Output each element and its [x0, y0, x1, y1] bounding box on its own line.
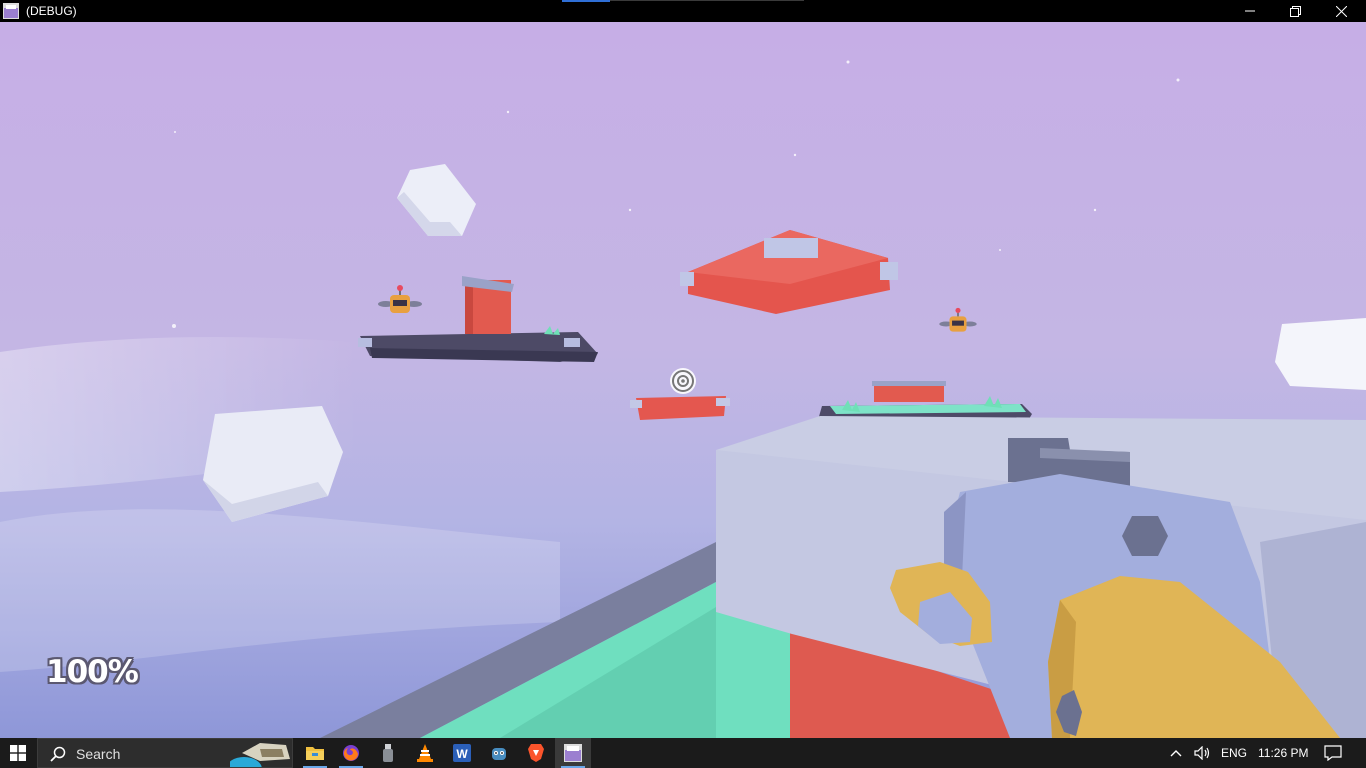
red-pillar-shade [465, 280, 473, 334]
close-icon [1335, 5, 1347, 17]
platform-clip [716, 398, 730, 406]
tray-notifications[interactable] [1324, 738, 1342, 768]
tray-clock[interactable]: 11:26 PM [1258, 738, 1308, 768]
game-viewport[interactable]: 100% [0, 22, 1366, 738]
start-button[interactable] [0, 738, 36, 768]
restore-button[interactable] [1272, 0, 1318, 22]
search-placeholder: Search [76, 746, 121, 762]
title-active-indicator [562, 0, 610, 2]
crosshair [668, 366, 698, 396]
red-block-cap [872, 381, 946, 386]
taskbar-word[interactable]: W [444, 738, 480, 768]
chevron-up-icon [1170, 750, 1182, 757]
windows-logo-icon [10, 745, 26, 761]
floating-cube-right [1275, 318, 1366, 390]
platform-clip [630, 400, 642, 408]
notification-icon [1324, 745, 1342, 761]
platform-clip [564, 338, 580, 347]
taskbar-usb-device[interactable] [370, 738, 406, 768]
godot-icon [492, 748, 506, 760]
close-button[interactable] [1318, 0, 1364, 22]
restore-icon [1289, 5, 1301, 17]
taskbar-file-explorer[interactable] [297, 738, 333, 768]
firefox-icon [343, 745, 359, 761]
search-icon [50, 746, 66, 762]
app-icon [3, 3, 19, 19]
taskbar-firefox[interactable] [333, 738, 369, 768]
vlc-cone-icon [417, 744, 433, 762]
taskbar: Search W ENG 11:26 PM [0, 738, 1366, 768]
minimize-button[interactable] [1227, 0, 1273, 22]
slab-clip [880, 262, 898, 280]
usb-drive-icon [383, 744, 393, 762]
taskbar-godot[interactable] [481, 738, 517, 768]
minimize-icon [1245, 10, 1255, 12]
tray-overflow[interactable] [1170, 738, 1182, 768]
taskbar-brave[interactable] [518, 738, 554, 768]
tray-language[interactable]: ENG [1221, 738, 1247, 768]
speaker-icon [1194, 746, 1210, 760]
word-icon: W [453, 744, 471, 762]
taskbar-search[interactable]: Search [37, 738, 293, 768]
platform-clip [358, 338, 372, 347]
slab-clip [764, 238, 818, 258]
taskbar-game-debug[interactable] [555, 738, 591, 768]
window-title-bar[interactable]: (DEBUG) [0, 0, 1366, 22]
taskbar-vlc[interactable] [407, 738, 443, 768]
target-reticle-icon [670, 368, 696, 394]
slab-clip [680, 272, 694, 286]
tray-volume[interactable] [1194, 738, 1212, 768]
svg-text:W: W [456, 747, 468, 761]
brave-lion-icon [528, 744, 544, 762]
folder-icon [306, 747, 324, 760]
red-block [874, 384, 944, 402]
small-red-platform [636, 396, 726, 420]
game-app-icon [564, 744, 582, 762]
search-highlight-art [230, 743, 290, 767]
health-display: 100% [46, 654, 139, 690]
window-title: (DEBUG) [26, 4, 77, 18]
